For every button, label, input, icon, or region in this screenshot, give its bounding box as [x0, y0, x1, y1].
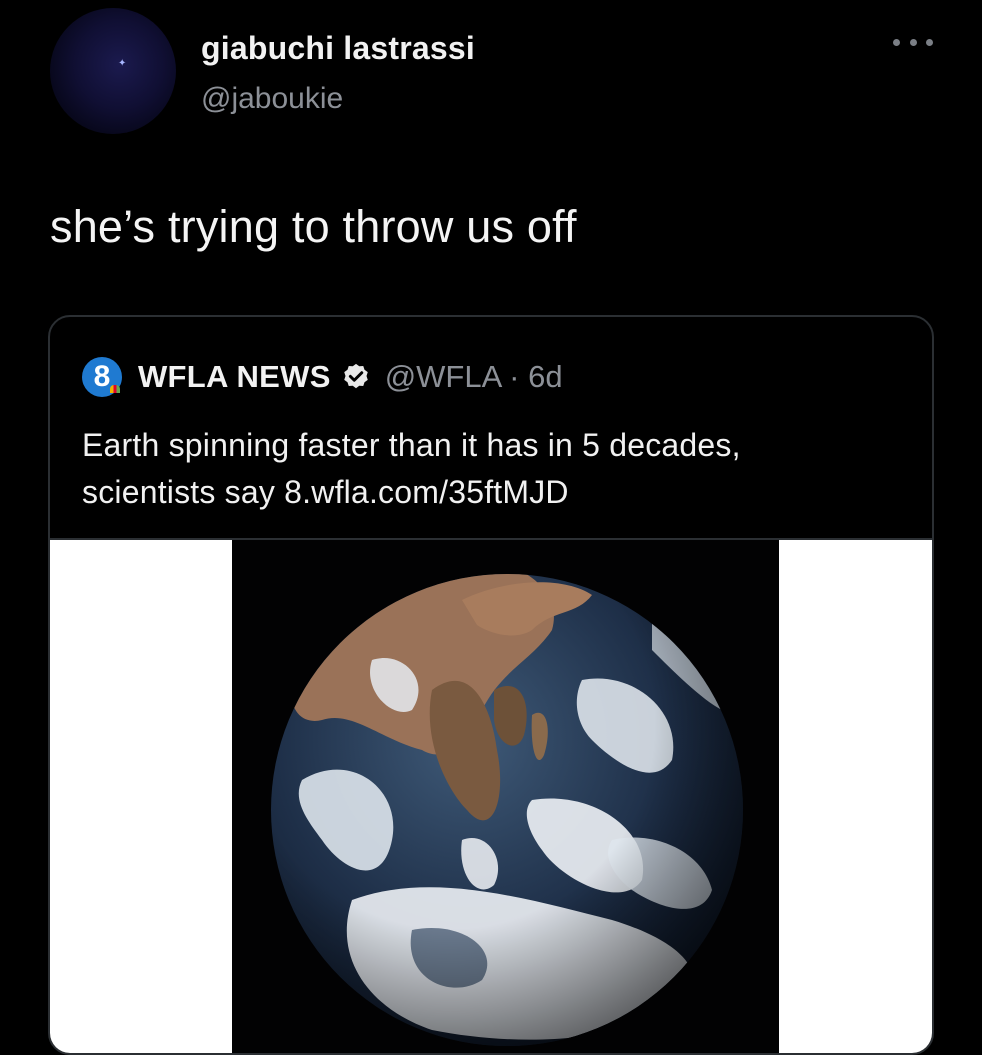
- quoted-tweet-header: 8 WFLA NEWS @WFLA · 6d: [82, 357, 563, 397]
- quoted-tweet-text: Earth spinning faster than it has in 5 d…: [82, 422, 912, 516]
- more-options-icon-dot: [909, 38, 917, 46]
- more-options-icon-dot: [926, 38, 933, 46]
- nbc-peacock-icon: [110, 385, 120, 393]
- verified-badge-icon: [343, 363, 368, 389]
- more-options-button[interactable]: [893, 32, 933, 52]
- quoted-avatar[interactable]: 8: [82, 357, 122, 397]
- quoted-tweet-card[interactable]: 8 WFLA NEWS @WFLA · 6d Earth spinning fa…: [48, 315, 934, 1055]
- quoted-avatar-letter: 8: [93, 360, 111, 393]
- tweet-text: she’s trying to throw us off: [50, 201, 577, 252]
- user-handle[interactable]: @jaboukie: [201, 82, 343, 116]
- earth-from-space-photo: [232, 540, 779, 1053]
- tweet: ✦ giabuchi lastrassi @jaboukie she’s try…: [0, 0, 982, 1055]
- earth-image: [271, 574, 743, 1046]
- quoted-media[interactable]: [50, 538, 932, 1053]
- quoted-handle-time: @WFLA · 6d: [384, 359, 563, 394]
- more-options-icon: [893, 38, 900, 46]
- user-avatar[interactable]: ✦: [50, 8, 176, 134]
- display-name[interactable]: giabuchi lastrassi: [201, 30, 475, 67]
- quoted-display-name[interactable]: WFLA NEWS: [138, 359, 331, 395]
- avatar-image: ✦: [118, 58, 127, 69]
- quoted-text-line: Earth spinning faster than it has in 5 d…: [82, 427, 741, 463]
- quoted-text-line: scientists say 8.wfla.com/35ftMJD: [82, 474, 569, 510]
